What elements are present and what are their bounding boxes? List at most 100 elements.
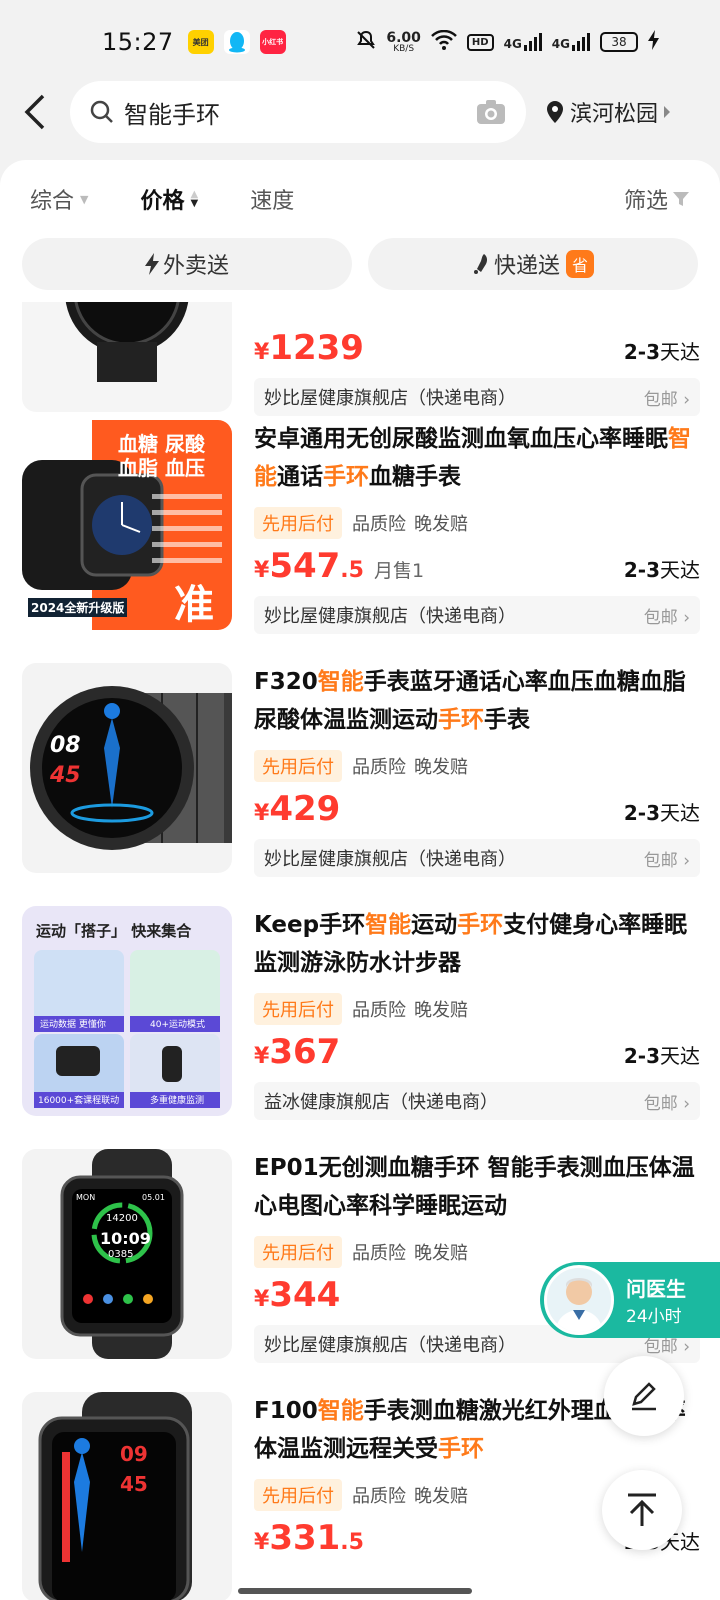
mute-icon [356,30,376,54]
free-shipping: 包邮 › [643,607,690,628]
free-shipping: 包邮 › [643,850,690,871]
thumb-label: 多重健康监测 [150,1096,205,1106]
thumb-label: 09 [120,1442,148,1466]
status-right: 6.00 KB/S HD 4G 4G 38 [356,29,660,54]
product-info: 安卓通用无创尿酸监测血氧血压心率睡眠智能通话手环血糖手表 先用后付 品质险 晚发… [254,420,700,634]
product-image: 09 45 [22,1392,232,1600]
location-selector[interactable]: 滨河松园 [546,96,672,128]
product-card[interactable]: 运动「搭子」 快来集合 运动数据 更懂你 40+运动模式 16000+套课程联动… [0,906,720,1138]
save-badge: 省 [566,250,594,278]
doctor-subtitle: 24小时 [626,1307,682,1327]
home-indicator[interactable] [238,1588,472,1594]
thumb-label: 10:09 [100,1229,151,1248]
price: ¥429 [254,789,341,829]
shop-row[interactable]: 妙比屋健康旗舰店（快递电商） 包邮 › [254,378,700,416]
pay-later-tag: 先用后付 [254,750,342,782]
product-card[interactable]: 08 45 F320智能手表蓝牙通话心率血压血糖血脂尿酸体温监测运动手环手表 先… [0,663,720,895]
notification-icons: 美团 小红书 [187,30,286,54]
product-title: EP01无创测血糖手环 智能手表测血压体温心电图心率科学睡眠运动 [254,1155,695,1219]
search-input[interactable]: 智能手环 [70,81,526,143]
thumb-label: 血脂 血压 [118,456,205,480]
takeaway-delivery-button[interactable]: 外卖送 [22,238,352,290]
sort-price[interactable]: 价格 ▲ ▼ [140,183,198,215]
meituan-app-icon: 美团 [187,30,214,54]
thumb-label: 运动数据 更懂你 [40,1020,106,1030]
back-to-top-button[interactable] [602,1470,682,1550]
delivery-filters: 外卖送 快递送 省 [22,238,698,290]
shop-name: 妙比屋健康旗舰店（快递电商） [264,849,516,870]
thumb-label: 14200 [106,1213,138,1224]
price-row: ¥1239 2-3天达 [254,328,700,378]
product-title: F320智能手表蓝牙通话心率血压血糖血脂尿酸体温监测运动手环手表 [254,669,686,733]
product-card[interactable]: 血糖 尿酸 血脂 血压 2024全新升级版 准 安卓通用无创尿酸监测血氧血压心率… [0,420,720,652]
sort-bar: 综合 ▼ 价格 ▲ ▼ 速度 筛选 [0,160,720,238]
status-bar: 15:27 美团 小红书 6.00 KB/S HD 4G 4G 38 [0,0,720,84]
product-image: 运动「搭子」 快来集合 运动数据 更懂你 40+运动模式 16000+套课程联动… [22,906,232,1116]
caret-down-icon: ▼ [80,192,89,206]
late-ship-tag: 晚发赔 [414,1243,468,1264]
wifi-icon [431,29,457,54]
doctor-title: 问医生 [626,1277,686,1301]
thumb-label: MON [76,1193,96,1202]
price-row: ¥547.5 月售1 2-3天达 [254,546,700,596]
price: ¥1239 [254,328,364,368]
delivery-eta: 2-3天达 [623,558,700,582]
signal-2-icon: 4G [552,33,590,51]
sort-speed[interactable]: 速度 [250,183,294,215]
monthly-sales: 月售1 [373,560,425,582]
thumb-label: 准 [174,582,214,628]
sort-toggle-icon: ▲ ▼ [190,189,199,209]
delivery-eta: 2-3天达 [623,1044,700,1068]
hd-icon: HD [466,33,494,51]
search-query: 智能手环 [124,100,220,129]
quality-insurance-tag: 品质险 [352,1486,406,1507]
shop-row[interactable]: 妙比屋健康旗舰店（快递电商） 包邮 › [254,596,700,634]
arrow-up-icon [628,1493,656,1526]
pay-later-tag: 先用后付 [254,507,342,539]
tags: 先用后付 品质险 晚发赔 [254,992,700,1026]
status-time: 15:27 [102,28,174,56]
tags: 先用后付 品质险 晚发赔 [254,506,700,540]
doctor-text: 问医生 24小时 [626,1273,686,1327]
shop-row[interactable]: 益冰健康旗舰店（快递电商） 包邮 › [254,1082,700,1120]
search-header: 智能手环 滨河松园 [0,78,720,146]
doctor-avatar [544,1265,614,1335]
shop-name: 妙比屋健康旗舰店（快递电商） [264,388,516,409]
late-ship-tag: 晚发赔 [414,514,468,535]
product-image: 血糖 尿酸 血脂 血压 2024全新升级版 准 [22,420,232,630]
xiaohongshu-app-icon: 小红书 [259,30,286,54]
location-label: 滨河松园 [570,102,659,127]
product-info: Keep手环智能运动手环支付健身心率睡眠监测游泳防水计步器 先用后付 品质险 晚… [254,906,700,1120]
camera-icon[interactable] [476,99,506,125]
quality-insurance-tag: 品质险 [352,1000,406,1021]
product-info: EP01无创测血糖手环 智能手表测血压体温心电图心率科学睡眠运动 先用后付 品质… [254,1149,700,1363]
product-image [22,302,232,412]
back-button[interactable] [0,78,70,146]
tags: 先用后付 品质险 晚发赔 [254,749,700,783]
edit-button[interactable] [604,1356,684,1436]
qq-app-icon [223,30,250,54]
thumb-label: 运动「搭子」 快来集合 [36,922,192,940]
product-image: 08 45 [22,663,232,873]
rocket-icon [473,254,488,274]
ask-doctor-button[interactable]: 问医生 24小时 [540,1262,720,1338]
filter-button[interactable]: 筛选 [624,183,690,215]
product-card[interactable]: ¥1239 2-3天达 妙比屋健康旗舰店（快递电商） 包邮 › [0,302,720,434]
express-delivery-button[interactable]: 快递送 省 [368,238,698,290]
late-ship-tag: 晚发赔 [414,757,468,778]
sort-comprehensive[interactable]: 综合 ▼ [30,183,88,215]
late-ship-tag: 晚发赔 [414,1000,468,1021]
location-pin-icon [547,101,563,123]
thumb-label: 05.01 [142,1193,165,1202]
filter-icon [673,192,689,206]
delivery-eta: 2-3天达 [623,801,700,825]
price-row: ¥429 2-3天达 [254,789,700,839]
price: ¥547.5 [254,546,364,586]
free-shipping: 包邮 › [643,389,690,410]
net-speed: 6.00 KB/S [386,29,421,54]
shop-name: 益冰健康旗舰店（快递电商） [264,1092,498,1113]
quality-insurance-tag: 品质险 [352,1243,406,1264]
quality-insurance-tag: 品质险 [352,514,406,535]
thumb-label: 45 [120,1472,148,1496]
shop-row[interactable]: 妙比屋健康旗舰店（快递电商） 包邮 › [254,839,700,877]
